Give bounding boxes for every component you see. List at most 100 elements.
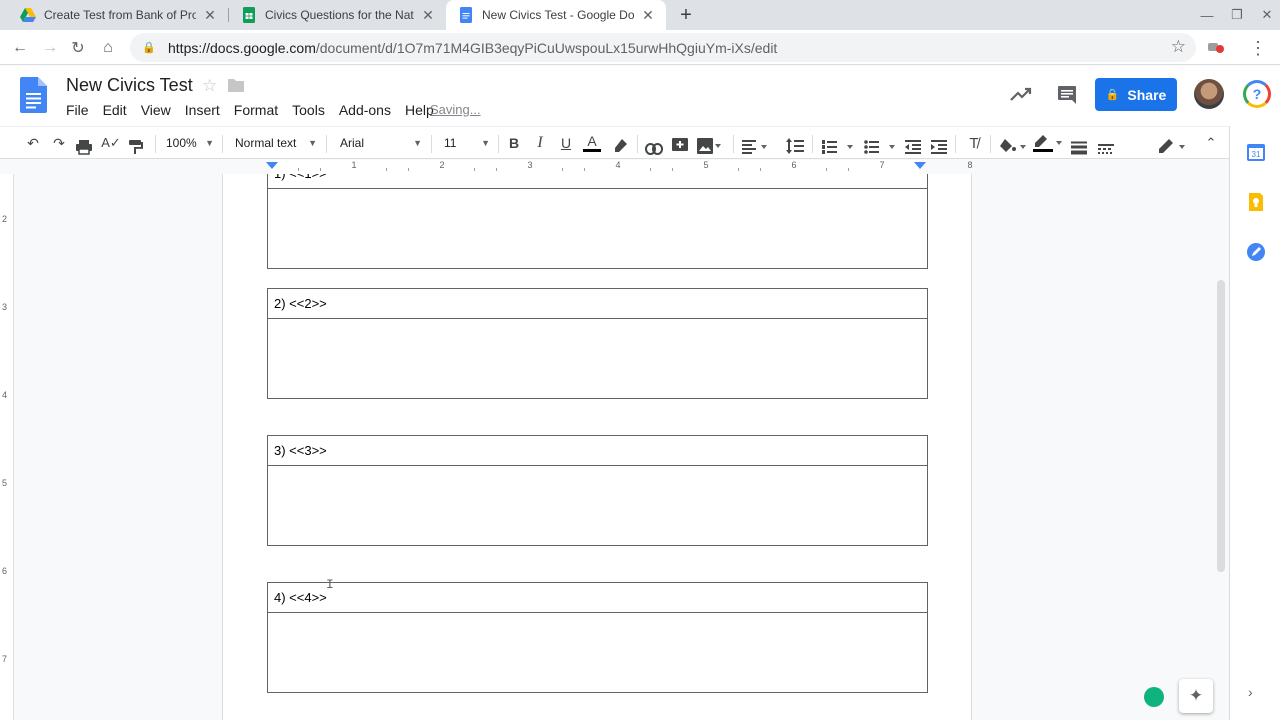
grammar-assistant-icon[interactable] bbox=[1144, 687, 1164, 707]
editing-mode-icon[interactable] bbox=[1158, 134, 1188, 158]
answer-cell[interactable] bbox=[268, 319, 927, 398]
keep-icon[interactable] bbox=[1246, 192, 1266, 212]
comment-icon[interactable] bbox=[1057, 85, 1077, 105]
calendar-icon[interactable]: 31 bbox=[1246, 142, 1266, 162]
numbered-list-icon[interactable] bbox=[822, 135, 856, 159]
question-table[interactable]: 1) <<1>> bbox=[267, 174, 928, 269]
menu-file[interactable]: File bbox=[59, 100, 96, 122]
underline-button[interactable]: U bbox=[557, 131, 575, 155]
question-table[interactable]: 3) <<3>> bbox=[267, 435, 928, 546]
document-page[interactable]: 1) <<1>> 2) <<2>> 3) <<3>> 4) <<4>> bbox=[222, 174, 972, 720]
reload-icon[interactable]: ↻ bbox=[66, 36, 90, 60]
collapse-menus-icon[interactable]: ⌃ bbox=[1200, 131, 1222, 155]
tab-new-civics-test[interactable]: New Civics Test - Google Docs ✕ bbox=[446, 0, 666, 30]
toolbar-divider bbox=[155, 135, 156, 153]
docs-home-icon[interactable] bbox=[20, 77, 47, 113]
question-header[interactable]: 2) <<2>> bbox=[268, 289, 927, 319]
document-scrollbar[interactable] bbox=[1217, 280, 1225, 572]
font-size-select[interactable]: 11 ▼ bbox=[444, 131, 490, 155]
zoom-select[interactable]: 100% ▼ bbox=[166, 131, 214, 155]
paint-format-icon[interactable] bbox=[128, 135, 144, 159]
spellcheck-icon[interactable]: A✓ bbox=[100, 131, 122, 155]
address-bar[interactable]: 🔒 https://docs.google.com/document/d/1O7… bbox=[130, 33, 1196, 62]
line-spacing-icon[interactable] bbox=[786, 134, 804, 158]
ruler-label: 4 bbox=[2, 390, 8, 400]
browser-tab-strip: Create Test from Bank of Problems ✕ Civi… bbox=[0, 0, 1280, 30]
text-color-glyph: A bbox=[587, 133, 597, 149]
question-header[interactable]: 1) <<1>> bbox=[268, 174, 927, 189]
tab-create-test[interactable]: Create Test from Bank of Problems ✕ bbox=[8, 0, 228, 30]
explore-icon[interactable]: ✦ bbox=[1179, 679, 1213, 713]
tab-title: New Civics Test - Google Docs bbox=[482, 8, 634, 22]
close-icon[interactable]: ✕ bbox=[640, 7, 656, 24]
print-icon[interactable] bbox=[76, 135, 92, 159]
expand-panel-icon[interactable]: › bbox=[1248, 684, 1253, 700]
border-color-swatch bbox=[1033, 148, 1053, 152]
avatar[interactable] bbox=[1194, 79, 1224, 109]
right-indent-marker[interactable] bbox=[914, 162, 926, 169]
text-color-button[interactable]: A bbox=[582, 131, 602, 155]
insert-link-icon[interactable] bbox=[645, 137, 663, 161]
answer-cell[interactable] bbox=[268, 613, 927, 692]
question-table[interactable]: 2) <<2>> bbox=[267, 288, 928, 399]
menu-add-ons[interactable]: Add-ons bbox=[332, 100, 398, 122]
bold-button[interactable]: B bbox=[505, 131, 523, 155]
italic-button[interactable]: I bbox=[531, 131, 549, 155]
left-indent-marker[interactable] bbox=[266, 162, 278, 169]
menu-tools[interactable]: Tools bbox=[285, 100, 332, 122]
star-icon[interactable]: ☆ bbox=[202, 76, 217, 96]
insert-comment-icon[interactable] bbox=[672, 134, 688, 158]
border-width-icon[interactable] bbox=[1071, 136, 1087, 160]
border-color-button[interactable] bbox=[1033, 131, 1063, 155]
menu-view[interactable]: View bbox=[134, 100, 178, 122]
restore-icon[interactable]: ❐ bbox=[1222, 0, 1252, 30]
minimize-icon[interactable]: — bbox=[1192, 0, 1222, 30]
decrease-indent-icon[interactable] bbox=[905, 135, 921, 159]
home-icon[interactable]: ⌂ bbox=[96, 36, 120, 60]
browser-menu-icon[interactable]: ⋮ bbox=[1246, 36, 1270, 60]
close-icon[interactable]: ✕ bbox=[202, 7, 218, 24]
bookmark-star-icon[interactable]: ☆ bbox=[1171, 37, 1186, 57]
ruler-label: 7 bbox=[879, 160, 885, 170]
toolbar-divider bbox=[955, 135, 956, 153]
menu-insert[interactable]: Insert bbox=[178, 100, 227, 122]
answer-cell[interactable] bbox=[268, 189, 927, 268]
vertical-ruler: 2 3 4 5 6 7 bbox=[0, 174, 14, 720]
bulleted-list-icon[interactable] bbox=[864, 135, 898, 159]
question-table[interactable]: 4) <<4>> bbox=[267, 582, 928, 693]
align-left-icon[interactable] bbox=[742, 135, 768, 159]
paragraph-style-select[interactable]: Normal text ▼ bbox=[235, 131, 317, 155]
menu-edit[interactable]: Edit bbox=[96, 100, 134, 122]
tab-civics-questions[interactable]: Civics Questions for the Naturalization … bbox=[229, 0, 446, 30]
undo-icon[interactable]: ↶ bbox=[22, 131, 44, 155]
save-status[interactable]: Saving... bbox=[430, 102, 481, 117]
document-title[interactable]: New Civics Test bbox=[66, 75, 193, 96]
ruler-label: 2 bbox=[439, 160, 445, 170]
tab-title: Create Test from Bank of Problems bbox=[44, 8, 196, 22]
back-arrow-icon[interactable]: ← bbox=[8, 36, 32, 60]
new-tab-button[interactable]: + bbox=[675, 4, 697, 26]
ruler-tick bbox=[826, 168, 827, 171]
forward-arrow-icon[interactable]: → bbox=[38, 36, 62, 60]
activity-trend-icon[interactable] bbox=[1010, 86, 1032, 102]
clear-formatting-icon[interactable]: T̸ bbox=[964, 131, 984, 155]
redo-icon[interactable]: ↷ bbox=[48, 131, 70, 155]
extension-icon[interactable] bbox=[1207, 39, 1225, 55]
folder-icon[interactable] bbox=[228, 79, 244, 92]
font-select[interactable]: Arial ▼ bbox=[340, 131, 422, 155]
document-canvas[interactable]: 2 3 4 5 6 7 1) <<1>> 2) <<2>> 3) <<3>> 4… bbox=[0, 174, 1229, 720]
answer-cell[interactable] bbox=[268, 466, 927, 545]
question-header[interactable]: 4) <<4>> bbox=[268, 583, 927, 613]
window-close-icon[interactable]: ✕ bbox=[1252, 0, 1280, 30]
help-icon[interactable]: ? bbox=[1243, 80, 1271, 108]
border-dash-icon[interactable] bbox=[1098, 137, 1114, 161]
increase-indent-icon[interactable] bbox=[931, 135, 947, 159]
menu-format[interactable]: Format bbox=[227, 100, 285, 122]
tasks-icon[interactable] bbox=[1246, 242, 1266, 262]
close-icon[interactable]: ✕ bbox=[420, 7, 436, 24]
question-header[interactable]: 3) <<3>> bbox=[268, 436, 927, 466]
share-button[interactable]: 🔒 Share bbox=[1095, 78, 1177, 111]
insert-image-icon[interactable] bbox=[697, 134, 721, 158]
highlight-color-icon[interactable] bbox=[612, 134, 628, 158]
fill-color-icon[interactable] bbox=[999, 134, 1027, 158]
